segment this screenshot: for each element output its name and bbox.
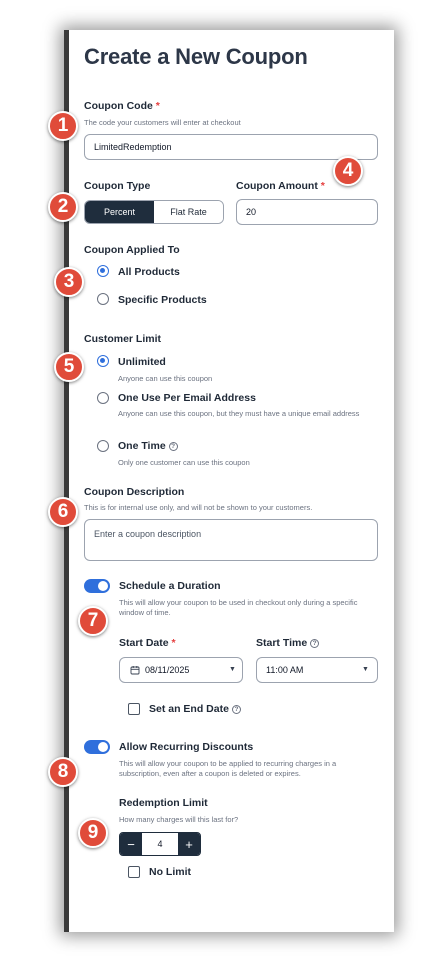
no-limit-label: No Limit — [149, 866, 191, 878]
start-date-select[interactable]: 08/11/2025 — [119, 657, 243, 683]
coupon-amount-label: Coupon Amount * — [236, 180, 325, 192]
step-badge-1: 1 — [48, 111, 78, 141]
start-time-label: Start Time? — [256, 637, 320, 649]
applied-to-specific-products-radio[interactable] — [97, 293, 109, 305]
start-date-label: Start Date * — [119, 637, 176, 649]
customer-limit-unlimited-label: Unlimited — [118, 356, 166, 368]
schedule-duration-label: Schedule a Duration — [119, 580, 221, 592]
chevron-down-icon: ▼ — [362, 666, 369, 673]
required-mark: * — [320, 180, 325, 192]
coupon-type-percent-button[interactable]: Percent — [85, 201, 154, 223]
customer-limit-one-time-help: Only one customer can use this coupon — [118, 458, 250, 467]
description-textarea[interactable]: Enter a coupon description — [84, 519, 378, 561]
coupon-code-value: LimitedRedemption — [94, 142, 172, 152]
customer-limit-label: Customer Limit — [84, 333, 162, 345]
recurring-discounts-label: Allow Recurring Discounts — [119, 741, 254, 753]
coupon-type-flat-rate-button[interactable]: Flat Rate — [154, 201, 223, 223]
end-date-label: Set an End Date? — [149, 703, 241, 715]
chevron-down-icon: ▼ — [229, 666, 236, 673]
start-time-value: 11:00 AM — [266, 665, 304, 675]
customer-limit-one-time-label: One Time? — [118, 440, 178, 452]
step-badge-9: 9 — [78, 818, 108, 848]
customer-limit-one-time-text: One Time — [118, 440, 166, 452]
decrement-button[interactable]: − — [120, 833, 142, 855]
applied-to-label: Coupon Applied To — [84, 244, 180, 256]
coupon-code-label-text: Coupon Code — [84, 100, 153, 112]
required-mark: * — [155, 100, 160, 112]
step-badge-7: 7 — [78, 606, 108, 636]
applied-to-all-products-label: All Products — [118, 266, 180, 278]
applied-to-all-products-radio[interactable] — [97, 265, 109, 277]
customer-limit-unlimited-help: Anyone can use this coupon — [118, 374, 213, 383]
coupon-code-input[interactable]: LimitedRedemption — [84, 134, 378, 160]
redemption-limit-label: Redemption Limit — [119, 797, 208, 809]
step-badge-5: 5 — [54, 352, 84, 382]
customer-limit-one-per-email-radio[interactable] — [97, 392, 109, 404]
redemption-limit-stepper: − 4 + — [119, 832, 201, 856]
redemption-limit-help: How many charges will this last for? — [119, 815, 239, 824]
required-mark: * — [171, 637, 176, 649]
description-label: Coupon Description — [84, 486, 185, 498]
customer-limit-one-per-email-label: One Use Per Email Address — [118, 392, 256, 404]
start-time-select[interactable]: 11:00 AM — [256, 657, 378, 683]
end-date-checkbox[interactable] — [128, 703, 140, 715]
help-circle-icon[interactable]: ? — [310, 639, 320, 648]
applied-to-specific-products-label: Specific Products — [118, 294, 207, 306]
coupon-amount-input[interactable]: 20 — [236, 199, 378, 225]
coupon-amount-value: 20 — [246, 207, 257, 217]
step-badge-2: 2 — [48, 192, 78, 222]
customer-limit-one-per-email-help: Anyone can use this coupon, but they mus… — [118, 409, 360, 418]
increment-button[interactable]: + — [178, 833, 200, 855]
coupon-type-segmented-control: Percent Flat Rate — [84, 200, 224, 224]
step-badge-6: 6 — [48, 497, 78, 527]
coupon-code-help: The code your customers will enter at ch… — [84, 118, 241, 127]
schedule-duration-help: This will allow your coupon to be used i… — [119, 598, 358, 617]
coupon-code-label: Coupon Code * — [84, 100, 160, 112]
recurring-discounts-help: This will allow your coupon to be applie… — [119, 759, 337, 778]
redemption-limit-value[interactable]: 4 — [142, 833, 178, 855]
start-time-label-text: Start Time — [256, 637, 308, 649]
coupon-type-label: Coupon Type — [84, 180, 151, 192]
schedule-duration-toggle[interactable] — [84, 579, 110, 593]
calendar-icon — [130, 666, 140, 675]
step-badge-8: 8 — [48, 757, 78, 787]
start-date-label-text: Start Date — [119, 637, 169, 649]
customer-limit-one-time-radio[interactable] — [97, 440, 109, 452]
description-help: This is for internal use only, and will … — [84, 503, 313, 512]
start-date-value: 08/11/2025 — [145, 665, 190, 675]
help-circle-icon[interactable]: ? — [168, 442, 178, 451]
no-limit-checkbox[interactable] — [128, 866, 140, 878]
coupon-amount-label-text: Coupon Amount — [236, 180, 318, 192]
step-badge-4: 4 — [333, 156, 363, 186]
customer-limit-unlimited-radio[interactable] — [97, 355, 109, 367]
step-badge-3: 3 — [54, 267, 84, 297]
page-title: Create a New Coupon — [84, 44, 308, 69]
description-placeholder: Enter a coupon description — [94, 529, 202, 539]
end-date-label-text: Set an End Date — [149, 703, 229, 715]
help-circle-icon[interactable]: ? — [231, 705, 241, 714]
recurring-discounts-toggle[interactable] — [84, 740, 110, 754]
